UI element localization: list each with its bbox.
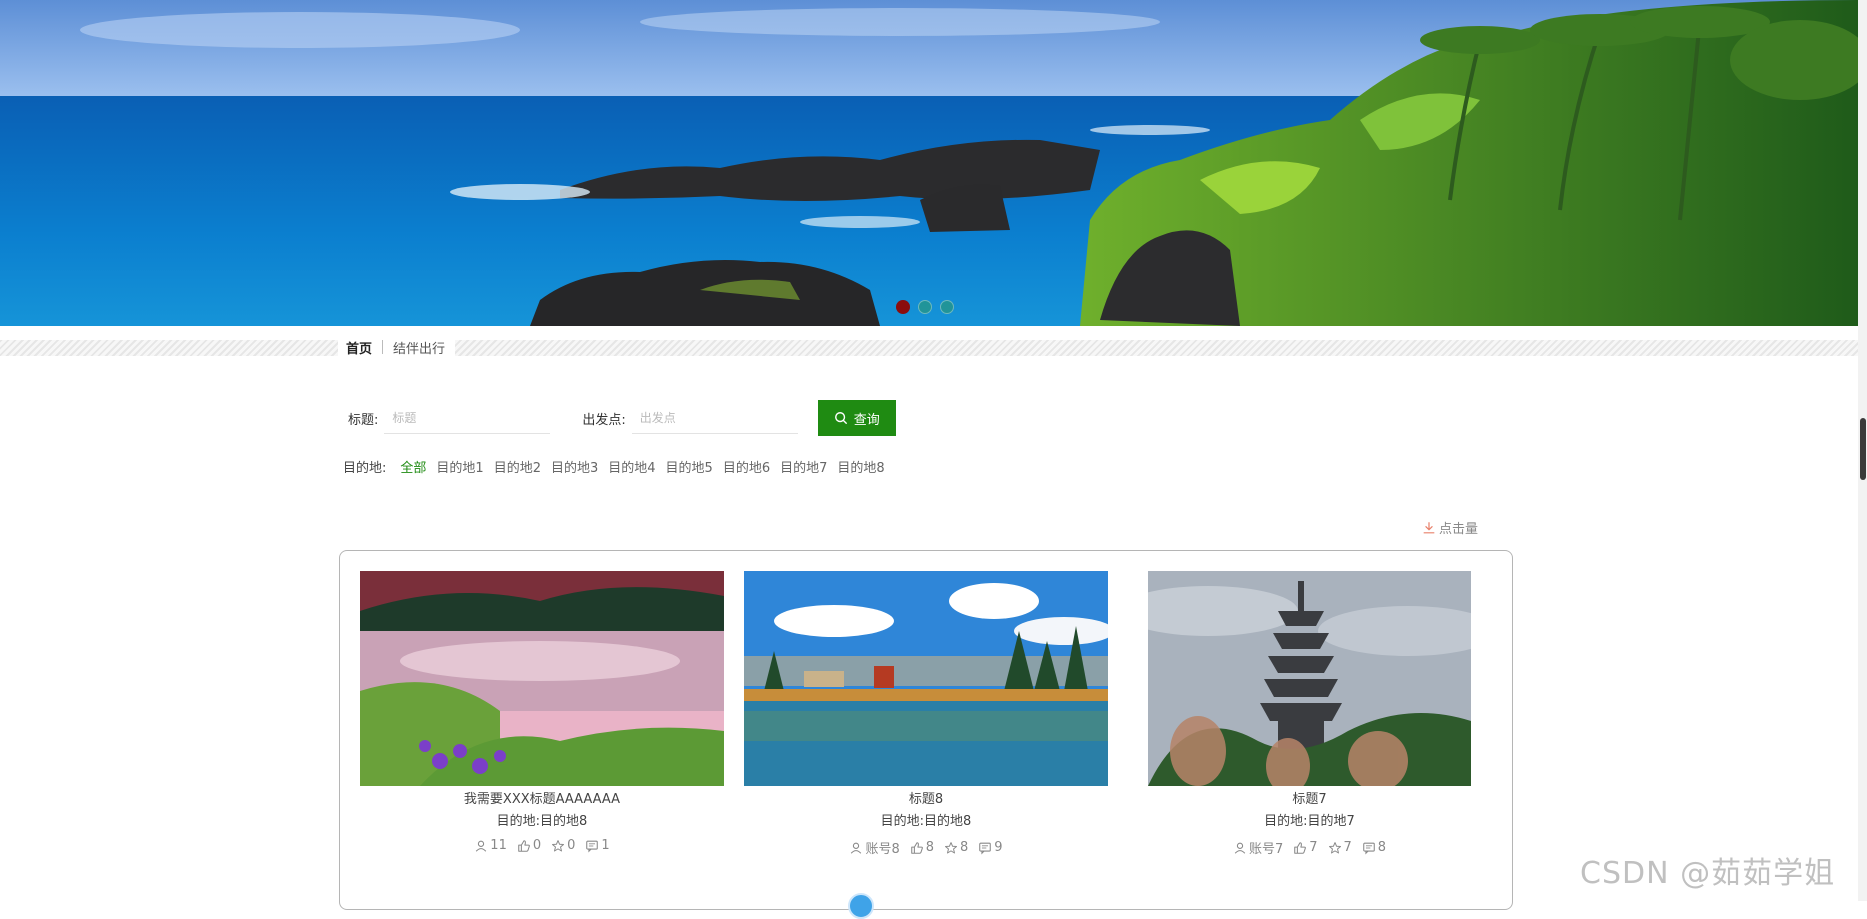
travel-card[interactable]: 标题8 目的地:目的地8 账号8 8 8 9	[744, 571, 1108, 857]
user-icon	[851, 842, 862, 854]
origin-input[interactable]	[631, 402, 798, 434]
filter-destination-5[interactable]: 目的地5	[666, 457, 713, 476]
likes-count: 8	[925, 840, 934, 855]
pager-indicator[interactable]	[848, 893, 874, 919]
favorites-stat[interactable]: 0	[551, 838, 575, 853]
thumbs-up-icon	[1294, 841, 1307, 854]
card-image	[360, 571, 724, 786]
filter-destination-2[interactable]: 目的地2	[494, 457, 541, 476]
author-name: 账号7	[1248, 842, 1284, 857]
likes-count: 7	[1309, 840, 1318, 855]
filter-destination-8[interactable]: 目的地8	[837, 457, 884, 476]
favorites-count: 0	[567, 838, 576, 853]
breadcrumb-home[interactable]: 首页	[346, 338, 372, 357]
title-input[interactable]	[384, 402, 551, 434]
banner-image	[0, 0, 1858, 326]
filter-destination-3[interactable]: 目的地3	[551, 457, 598, 476]
favorites-count: 8	[960, 840, 969, 855]
star-icon	[945, 841, 957, 853]
comment-icon	[1363, 842, 1375, 855]
card-stats: 账号8 8 8 9	[744, 838, 1108, 857]
card-image	[744, 571, 1108, 786]
filter-destination-4[interactable]: 目的地4	[608, 457, 655, 476]
page-scrollbar[interactable]	[1858, 0, 1867, 901]
sort-label: 点击量	[1439, 522, 1479, 537]
comments-count: 9	[994, 840, 1003, 855]
title-label: 标题:	[348, 412, 379, 428]
breadcrumb-separator	[382, 340, 384, 354]
comment-icon	[979, 842, 992, 855]
thumbs-up-icon	[910, 841, 923, 854]
search-button-label: 查询	[853, 412, 880, 428]
carousel-dot-2[interactable]	[918, 300, 932, 314]
card-image	[1148, 571, 1471, 786]
card-title: 我需要XXX标题AAAAAAA	[463, 792, 621, 807]
carousel-dot-3[interactable]	[940, 300, 954, 314]
card-stats: 11 0 0 1	[360, 838, 724, 853]
likes-stat[interactable]: 8	[910, 838, 934, 857]
filter-destination-1[interactable]: 目的地1	[436, 457, 483, 476]
filter-destination-7[interactable]: 目的地7	[780, 457, 827, 476]
card-panel: 我需要XXX标题AAAAAAA 目的地:目的地8 11 0 0 1 标题8 目的…	[339, 550, 1513, 910]
comments-count: 1	[601, 838, 610, 853]
travel-card[interactable]: 标题7 目的地:目的地7 账号7 7 7 8	[1148, 571, 1471, 857]
user-icon	[476, 840, 487, 852]
breadcrumb-current[interactable]: 结伴出行	[393, 338, 445, 357]
breadcrumb: 首页 结伴出行	[338, 334, 456, 360]
search-icon	[834, 412, 847, 424]
search-button[interactable]: 查询	[817, 400, 896, 436]
filter-label: 目的地:	[343, 461, 387, 476]
card-destination: 目的地:目的地7	[1264, 814, 1355, 829]
views-count: 11	[490, 838, 507, 853]
download-icon	[1423, 521, 1435, 533]
star-icon	[552, 839, 565, 851]
author-name: 账号8	[865, 842, 900, 857]
carousel-indicators	[896, 300, 954, 314]
favorites-count: 7	[1343, 840, 1352, 855]
origin-label: 出发点:	[582, 412, 626, 428]
favorites-stat[interactable]: 8	[944, 838, 968, 857]
likes-stat[interactable]: 7	[1293, 838, 1318, 857]
scrollbar-thumb[interactable]	[1860, 418, 1866, 480]
card-destination: 目的地:目的地8	[496, 814, 588, 829]
comments-stat[interactable]: 8	[1362, 838, 1386, 857]
card-destination: 目的地:目的地8	[880, 814, 972, 829]
card-title: 标题7	[1292, 792, 1327, 807]
author-stat: 账号8	[849, 838, 900, 857]
user-icon	[1234, 842, 1246, 854]
filter-all[interactable]: 全部	[400, 457, 426, 476]
likes-stat[interactable]: 0	[517, 838, 541, 853]
card-title: 标题8	[908, 792, 944, 807]
destination-filter: 目的地: 全部 目的地1 目的地2 目的地3 目的地4 目的地5 目的地6 目的…	[343, 457, 895, 476]
star-icon	[1328, 841, 1341, 853]
search-form: 标题: 出发点: 查询	[348, 400, 896, 436]
comments-stat[interactable]: 1	[585, 838, 610, 853]
carousel-dot-1[interactable]	[896, 300, 910, 314]
views-stat: 11	[474, 838, 507, 853]
hero-banner	[0, 0, 1858, 326]
likes-count: 0	[532, 838, 542, 853]
comments-stat[interactable]: 9	[978, 838, 1003, 857]
thumbs-up-icon	[518, 839, 530, 852]
favorites-stat[interactable]: 7	[1328, 838, 1352, 857]
author-stat: 账号7	[1233, 838, 1283, 857]
comment-icon	[586, 840, 599, 853]
watermark: CSDN @茹茹学姐	[1580, 856, 1836, 891]
card-stats: 账号7 7 7 8	[1148, 838, 1471, 857]
nav-strip	[0, 340, 1858, 356]
filter-destination-6[interactable]: 目的地6	[723, 457, 770, 476]
travel-card[interactable]: 我需要XXX标题AAAAAAA 目的地:目的地8 11 0 0 1	[360, 571, 724, 853]
comments-count: 8	[1377, 840, 1387, 855]
sort-by-views[interactable]: 点击量	[1422, 518, 1478, 537]
